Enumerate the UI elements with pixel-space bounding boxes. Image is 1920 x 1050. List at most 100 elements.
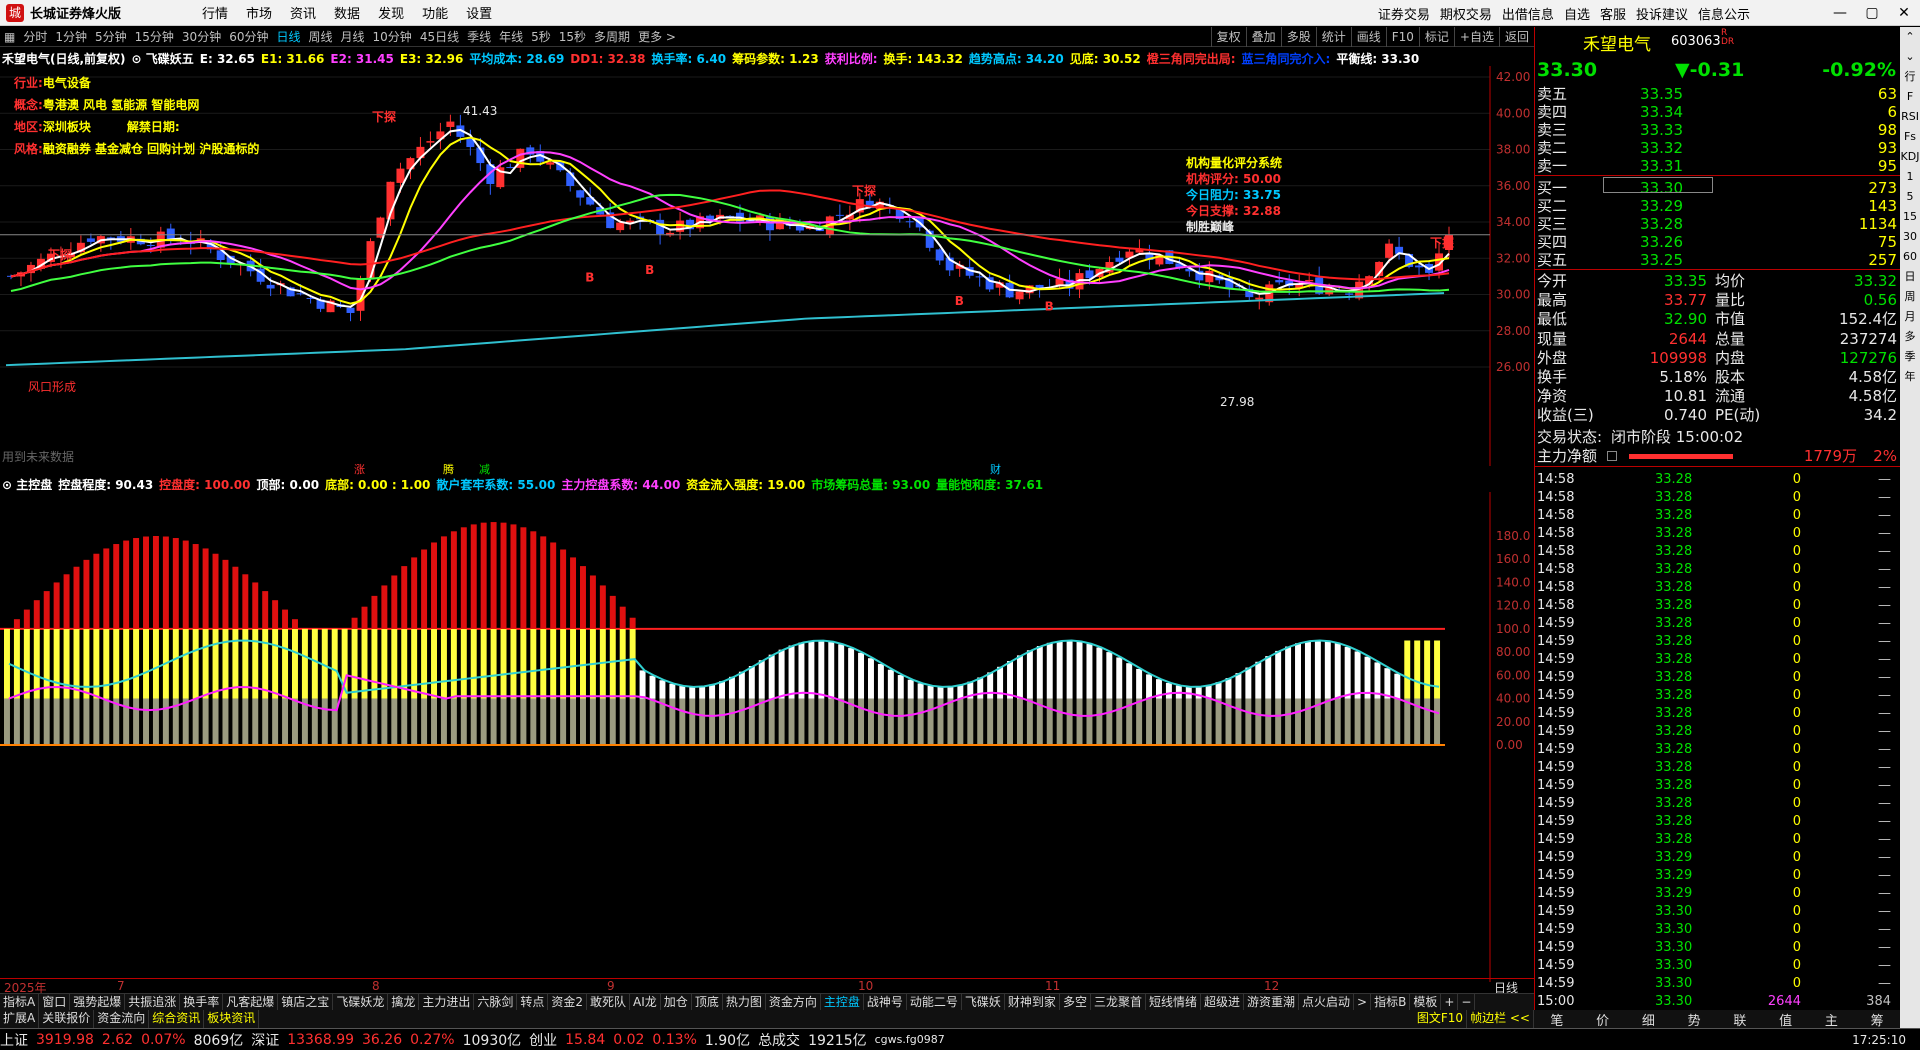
- indicator-tab[interactable]: 窗口: [39, 994, 71, 1010]
- panel-tab[interactable]: 势: [1688, 1010, 1701, 1029]
- event-marker-jian[interactable]: 减: [479, 461, 490, 477]
- indicator-tab[interactable]: 财神到家: [1005, 994, 1060, 1010]
- indicator-tab[interactable]: 资金2: [548, 994, 588, 1010]
- period-tab[interactable]: 1分钟: [55, 28, 87, 45]
- period-tab[interactable]: 30分钟: [182, 28, 221, 45]
- candle-body[interactable]: [546, 162, 555, 165]
- sidebar-item[interactable]: 15: [1903, 210, 1917, 224]
- sidebar-item[interactable]: 周: [1905, 290, 1916, 304]
- sidebar-item[interactable]: 5: [1907, 190, 1914, 204]
- indicator-tab[interactable]: 敢死队: [587, 994, 631, 1010]
- candle-body[interactable]: [146, 245, 155, 247]
- indicator-tab[interactable]: 顶底: [692, 994, 723, 1010]
- ask-row[interactable]: 卖四 33.34 6: [1535, 103, 1901, 121]
- toolbar-button[interactable]: 复权: [1210, 27, 1246, 47]
- indicator-tab[interactable]: 指标A: [0, 994, 40, 1010]
- panel-tab[interactable]: 价: [1596, 1010, 1609, 1029]
- period-tab[interactable]: 15分钟: [135, 28, 174, 45]
- sidebar-item[interactable]: 60: [1903, 250, 1917, 264]
- indicator-tab[interactable]: 主力进出: [419, 994, 475, 1010]
- buy-marker[interactable]: B: [645, 263, 654, 277]
- panel-tab[interactable]: 主: [1825, 1010, 1838, 1029]
- sidebar-item[interactable]: 年: [1905, 370, 1916, 384]
- indicator-tab[interactable]: 指标B: [1371, 994, 1411, 1010]
- indicator-tab[interactable]: 凡客起爆: [223, 994, 279, 1010]
- indicator-tab[interactable]: 点火启动: [1299, 994, 1355, 1010]
- event-marker-cai[interactable]: 财: [990, 461, 1001, 477]
- cy-index[interactable]: 15.84: [565, 1032, 605, 1048]
- indicator-tab[interactable]: 主控盘: [821, 994, 864, 1010]
- panel-tab[interactable]: 值: [1779, 1010, 1792, 1029]
- sidebar-item[interactable]: KDJ: [1901, 150, 1920, 164]
- menu-item[interactable]: 行情: [202, 7, 228, 22]
- sidebar-item[interactable]: ⌄: [1905, 50, 1914, 64]
- sidebar-item[interactable]: ⌃: [1905, 30, 1914, 44]
- menu-item[interactable]: 资讯: [290, 7, 316, 22]
- toolbar-button[interactable]: 统计: [1315, 27, 1351, 47]
- candle-body[interactable]: [1345, 293, 1354, 295]
- indicator-tab[interactable]: −: [1458, 994, 1476, 1010]
- close-icon[interactable]: ✕: [1888, 0, 1920, 26]
- indicator-tab[interactable]: 加仓: [661, 994, 692, 1010]
- period-tab[interactable]: 季线: [467, 28, 491, 45]
- bid-row[interactable]: 买二 33.29 143: [1535, 197, 1901, 215]
- period-tab[interactable]: 5秒: [531, 28, 551, 45]
- buy-marker[interactable]: B: [585, 270, 594, 284]
- candle-body[interactable]: [975, 276, 984, 278]
- extension-tab[interactable]: 综合资讯: [149, 1010, 205, 1028]
- menu-item[interactable]: 数据: [334, 7, 360, 22]
- toolbar-button[interactable]: F10: [1385, 27, 1419, 47]
- bid-row[interactable]: 买五 33.25 257: [1535, 251, 1901, 269]
- panel-tab[interactable]: 笔: [1550, 1010, 1563, 1029]
- panel-tab[interactable]: 联: [1733, 1010, 1746, 1029]
- indicator-tab[interactable]: +: [1441, 994, 1459, 1010]
- indicator-tab[interactable]: 多空: [1060, 994, 1091, 1010]
- extension-tab[interactable]: 资金流向: [94, 1010, 150, 1028]
- candle-body[interactable]: [346, 307, 355, 313]
- indicator-tab[interactable]: 转点: [517, 994, 549, 1010]
- right-menu-item[interactable]: 信息公示: [1698, 8, 1750, 23]
- indicator-tab[interactable]: 热力图: [723, 994, 766, 1010]
- candle-body[interactable]: [1305, 279, 1314, 282]
- candle-body[interactable]: [935, 249, 944, 261]
- menu-item[interactable]: 功能: [422, 7, 448, 22]
- candle-body[interactable]: [366, 241, 375, 279]
- candle-body[interactable]: [1275, 280, 1284, 283]
- period-tab[interactable]: 月线: [341, 28, 365, 45]
- indicator-tab[interactable]: 短线情绪: [1146, 994, 1201, 1010]
- panel-tab[interactable]: 筹: [1871, 1010, 1884, 1029]
- right-menu-item[interactable]: 出借信息: [1502, 8, 1554, 23]
- ask-row[interactable]: 卖五 33.35 63: [1535, 85, 1901, 103]
- right-menu-item[interactable]: 客服: [1600, 8, 1626, 23]
- indicator-tab[interactable]: 三龙聚首: [1091, 994, 1146, 1010]
- indicator-tab[interactable]: 六脉剑: [474, 994, 518, 1010]
- indicator-tab[interactable]: 强势起爆: [70, 994, 126, 1010]
- candle-body[interactable]: [1115, 257, 1124, 262]
- bid-row[interactable]: 买三 33.28 1134: [1535, 215, 1901, 233]
- right-menu-item[interactable]: 投诉建议: [1636, 8, 1688, 23]
- candle-body[interactable]: [835, 214, 844, 216]
- sidebar-item[interactable]: 行: [1905, 70, 1916, 84]
- period-tab[interactable]: 分时: [23, 28, 47, 45]
- control-indicator-chart[interactable]: 180.0 160.0 140.0 120.0 100.0 80.00 60.00 40.00…: [0, 492, 1534, 982]
- toolbar-button[interactable]: 多股: [1280, 27, 1316, 47]
- tick-list[interactable]: 14:58 33.28 0—14:58 33.28 0—14:58 33.28 0—14:5…: [1535, 471, 1901, 1011]
- period-tab[interactable]: 45日线: [420, 28, 459, 45]
- menu-item[interactable]: 市场: [246, 7, 272, 22]
- indicator-tab[interactable]: 动能二号: [907, 994, 962, 1010]
- indicator-tab[interactable]: 模板: [1410, 994, 1442, 1010]
- candle-body[interactable]: [506, 167, 515, 169]
- ask-row[interactable]: 卖一 33.31 95: [1535, 157, 1901, 175]
- indicator-tab[interactable]: 擒龙: [388, 994, 420, 1010]
- flow-toggle-icon[interactable]: [1607, 451, 1617, 461]
- candle-body[interactable]: [1385, 243, 1394, 258]
- sidebar-toggle[interactable]: 帧边栏 <<: [1467, 1010, 1534, 1028]
- extension-tab[interactable]: 关联报价: [39, 1010, 95, 1028]
- buy-marker[interactable]: B: [1045, 299, 1054, 313]
- period-tab[interactable]: 更多 >: [638, 28, 676, 45]
- candle-body[interactable]: [86, 238, 95, 242]
- candle-body[interactable]: [1255, 297, 1264, 300]
- period-tab[interactable]: 年线: [499, 28, 523, 45]
- indicator-tab[interactable]: 资金方向: [766, 994, 821, 1010]
- ask-row[interactable]: 卖三 33.33 98: [1535, 121, 1901, 139]
